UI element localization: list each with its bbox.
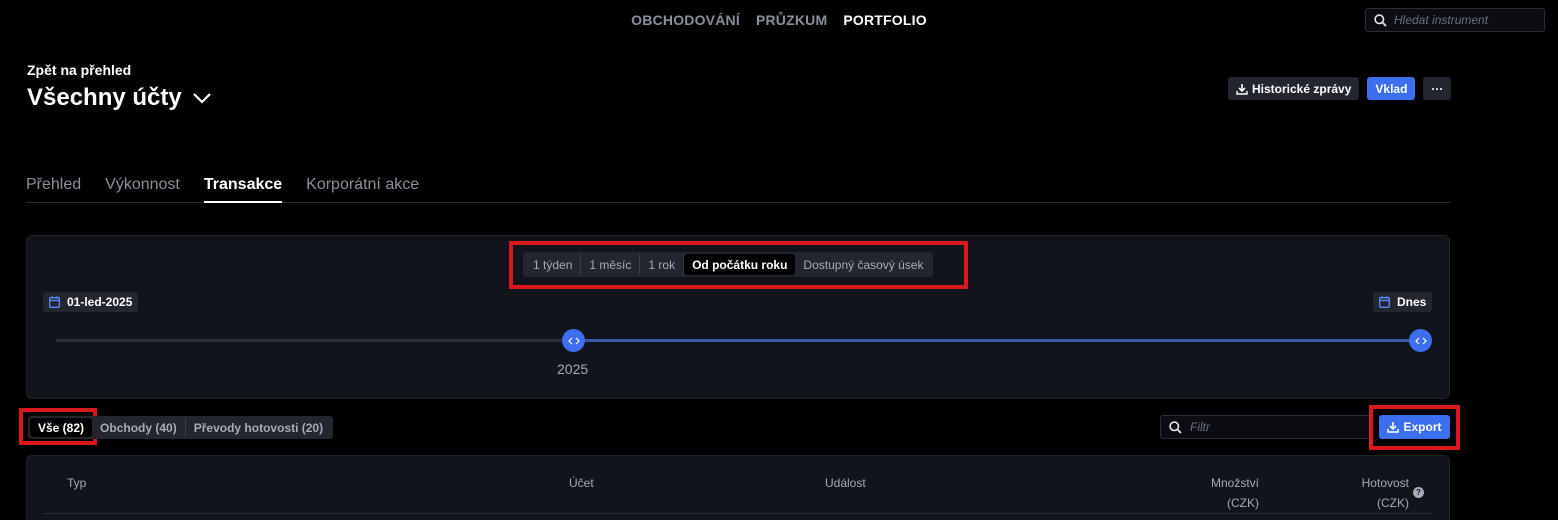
range-1-month[interactable]: 1 měsíc	[581, 254, 641, 275]
range-1-week[interactable]: 1 týden	[525, 254, 582, 275]
tab-performance[interactable]: Výkonnost	[105, 176, 180, 203]
range-ytd[interactable]: Od počátku roku	[684, 254, 796, 275]
start-date-label: 01-led-2025	[67, 295, 133, 309]
drag-arrows-icon	[567, 337, 580, 344]
filter-all[interactable]: Vše (82)	[30, 418, 93, 437]
start-date-picker[interactable]: 01-led-2025	[43, 292, 139, 312]
range-start-handle[interactable]	[562, 329, 585, 352]
more-options-button[interactable]: ···	[1423, 77, 1452, 100]
range-all-available[interactable]: Dostupný časový úsek	[795, 254, 931, 275]
column-cash[interactable]: Hotovost (CZK)	[1330, 473, 1409, 513]
instrument-search[interactable]	[1365, 8, 1545, 32]
header-actions: Historické zprávy Vklad ···	[1228, 77, 1452, 100]
help-icon[interactable]: ?	[1413, 487, 1424, 498]
top-nav: OBCHODOVÁNÍ PRŮZKUM PORTFOLIO	[0, 12, 1558, 28]
tab-transactions[interactable]: Transakce	[203, 176, 283, 203]
download-icon	[1236, 83, 1248, 95]
range-1-year[interactable]: 1 rok	[640, 254, 685, 275]
calendar-icon	[1379, 296, 1390, 308]
nav-trading[interactable]: OBCHODOVÁNÍ	[631, 12, 740, 28]
timeline-selected-range	[573, 339, 1421, 342]
filter-trades[interactable]: Obchody (40)	[92, 418, 186, 437]
search-icon	[1169, 420, 1182, 434]
chevron-down-icon	[192, 93, 211, 104]
export-label: Export	[1403, 420, 1442, 434]
range-end-handle[interactable]	[1409, 329, 1432, 352]
column-account[interactable]: Účet	[569, 473, 594, 493]
column-quantity[interactable]: Množství (CZK)	[1180, 473, 1259, 513]
filter-input[interactable]	[1190, 420, 1350, 434]
drag-arrows-icon	[1414, 337, 1427, 344]
export-button[interactable]: Export	[1379, 415, 1450, 439]
filter-field[interactable]	[1160, 415, 1370, 439]
table-header-divider	[43, 513, 1433, 514]
historical-reports-button[interactable]: Historické zprávy	[1228, 77, 1360, 100]
column-type[interactable]: Typ	[67, 473, 86, 493]
column-cash-unit: (CZK)	[1377, 496, 1409, 510]
account-selector[interactable]: Všechny účty	[27, 84, 212, 112]
nav-portfolio[interactable]: PORTFOLIO	[843, 12, 926, 28]
nav-research[interactable]: PRŮZKUM	[756, 12, 827, 28]
historical-reports-label: Historické zprávy	[1252, 81, 1352, 96]
filter-cash-transfers[interactable]: Převody hotovosti (20)	[186, 418, 331, 437]
tab-overview[interactable]: Přehled	[26, 176, 81, 203]
end-date-picker[interactable]: Dnes	[1373, 292, 1433, 312]
back-to-overview-link[interactable]: Zpět na přehled	[27, 62, 131, 78]
download-icon	[1387, 422, 1400, 433]
end-date-label: Dnes	[1397, 295, 1427, 309]
column-quantity-unit: (CZK)	[1227, 496, 1259, 510]
time-range-selector: 1 týden 1 měsíc 1 rok Od počátku roku Do…	[523, 252, 934, 277]
column-event[interactable]: Událost	[825, 473, 866, 493]
tab-corporate-actions[interactable]: Korporátní akce	[306, 176, 419, 203]
column-quantity-label: Množství	[1210, 476, 1259, 490]
page-title: Všechny účty	[27, 84, 182, 111]
search-icon	[1374, 13, 1387, 27]
transaction-type-filter: Vše (82) Obchody (40) Převody hotovosti …	[28, 416, 334, 439]
column-cash-label: Hotovost	[1361, 476, 1409, 490]
deposit-button[interactable]: Vklad	[1367, 77, 1416, 100]
timeline-year-label: 2025	[557, 361, 589, 377]
search-input[interactable]	[1394, 13, 1534, 27]
calendar-icon	[49, 296, 60, 308]
portfolio-tabs: Přehled Výkonnost Transakce Korporátní a…	[26, 176, 1450, 203]
